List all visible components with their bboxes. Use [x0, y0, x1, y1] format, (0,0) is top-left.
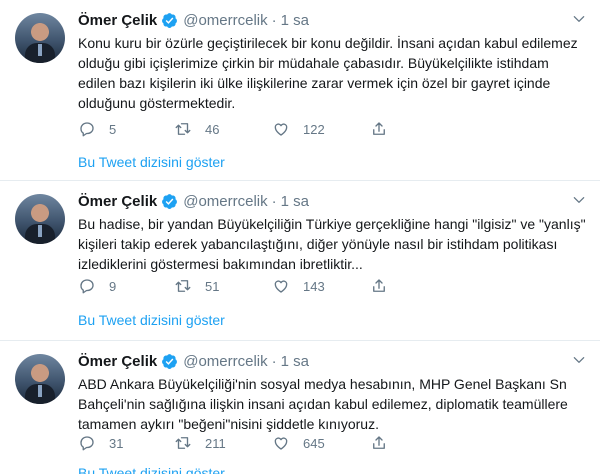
timestamp[interactable]: 1 sa	[281, 12, 309, 29]
reply-icon	[80, 122, 94, 137]
verified-badge-icon	[162, 353, 178, 369]
tweet-header: Ömer Çelik @omerrcelik · 1 sa	[78, 350, 309, 372]
retweet-button[interactable]: 211	[174, 433, 226, 453]
tweet-text: Konu kuru bir özürle geçiştirilecek bir …	[78, 35, 578, 111]
retweet-count: 46	[205, 121, 220, 137]
retweet-button[interactable]: 46	[174, 119, 219, 139]
reply-button[interactable]: 31	[78, 433, 123, 453]
show-thread-link[interactable]: Bu Tweet dizisini göster	[78, 465, 225, 474]
share-icon	[373, 122, 385, 135]
tweet-actions: 9 51 143	[78, 276, 398, 296]
reply-icon	[80, 279, 94, 294]
show-thread-link[interactable]: Bu Tweet dizisini göster	[78, 312, 225, 328]
reply-count: 9	[109, 278, 117, 294]
retweet-count: 51	[205, 278, 220, 294]
reply-count: 31	[109, 435, 124, 451]
reply-count: 5	[109, 121, 117, 137]
reply-button[interactable]: 5	[78, 119, 116, 139]
reply-button[interactable]: 9	[78, 276, 116, 296]
share-button[interactable]	[370, 433, 388, 453]
separator-dot: ·	[271, 352, 277, 370]
tweet[interactable]: Ömer Çelik @omerrcelik · 1 sa ABD Ankara…	[0, 341, 600, 474]
heart-icon	[274, 280, 288, 293]
separator-dot: ·	[271, 192, 277, 210]
tweet-header: Ömer Çelik @omerrcelik · 1 sa	[78, 190, 309, 212]
author-name[interactable]: Ömer Çelik	[78, 193, 157, 210]
retweet-button[interactable]: 51	[174, 276, 219, 296]
timestamp[interactable]: 1 sa	[281, 353, 309, 370]
reply-icon	[80, 436, 94, 451]
chevron-down-icon[interactable]	[572, 12, 586, 26]
verified-badge-icon	[162, 12, 178, 28]
like-count: 143	[303, 278, 325, 294]
avatar[interactable]	[15, 13, 65, 63]
heart-icon	[274, 437, 288, 450]
tweet-actions: 5 46 122	[78, 119, 398, 139]
tweet-actions: 31 211 645	[78, 433, 398, 453]
avatar[interactable]	[15, 194, 65, 244]
share-icon	[373, 436, 385, 449]
separator-dot: ·	[271, 11, 277, 29]
author-handle[interactable]: @omerrcelik	[183, 353, 267, 370]
retweet-icon	[175, 123, 191, 135]
tweet-feed: Ömer Çelik @omerrcelik · 1 sa Konu kuru …	[0, 0, 600, 474]
like-button[interactable]: 645	[272, 433, 325, 453]
share-button[interactable]	[370, 119, 388, 139]
tweet-text: Bu hadise, bir yandan Büyükelçiliğin Tür…	[78, 216, 586, 272]
heart-icon	[274, 123, 288, 136]
author-name[interactable]: Ömer Çelik	[78, 353, 157, 370]
retweet-icon	[175, 280, 191, 292]
tweet-text: ABD Ankara Büyükelçiliği'nin sosyal medy…	[78, 376, 568, 432]
author-handle[interactable]: @omerrcelik	[183, 193, 267, 210]
retweet-icon	[175, 437, 191, 449]
like-button[interactable]: 143	[272, 276, 325, 296]
share-icon	[373, 279, 385, 292]
chevron-down-icon[interactable]	[572, 353, 586, 367]
share-button[interactable]	[370, 276, 388, 296]
avatar[interactable]	[15, 354, 65, 404]
tweet-header: Ömer Çelik @omerrcelik · 1 sa	[78, 9, 309, 31]
tweet[interactable]: Ömer Çelik @omerrcelik · 1 sa Bu hadise,…	[0, 181, 600, 341]
like-count: 122	[303, 121, 325, 137]
retweet-count: 211	[205, 435, 226, 451]
timestamp[interactable]: 1 sa	[281, 193, 309, 210]
like-button[interactable]: 122	[272, 119, 325, 139]
chevron-down-icon[interactable]	[572, 193, 586, 207]
like-count: 645	[303, 435, 325, 451]
author-handle[interactable]: @omerrcelik	[183, 12, 267, 29]
show-thread-link[interactable]: Bu Tweet dizisini göster	[78, 154, 225, 170]
tweet[interactable]: Ömer Çelik @omerrcelik · 1 sa Konu kuru …	[0, 0, 600, 181]
verified-badge-icon	[162, 193, 178, 209]
author-name[interactable]: Ömer Çelik	[78, 12, 157, 29]
